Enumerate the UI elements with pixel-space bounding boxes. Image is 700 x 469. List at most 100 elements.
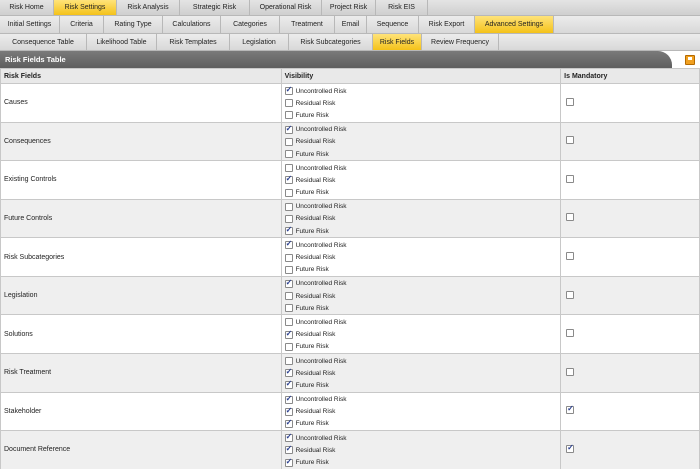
risk-field-name: Risk Treatment [0, 352, 282, 393]
uncontrolled-risk-checkbox[interactable] [284, 239, 293, 250]
mandatory-cell [560, 430, 700, 469]
settings-tab-advanced-settings[interactable]: Advanced Settings [475, 16, 554, 33]
risk-field-name: Future Controls [0, 198, 282, 239]
is-mandatory-checkbox[interactable] [566, 404, 575, 415]
risk-field-name: Legislation [0, 275, 282, 316]
future-risk-checkbox[interactable] [284, 342, 293, 351]
table-header-row: Risk Fields Visibility Is Mandatory [0, 68, 700, 84]
visibility-option: Future Risk [284, 341, 561, 353]
main-tab-risk-analysis[interactable]: Risk Analysis [117, 0, 180, 15]
panel-header: Risk Fields Table [0, 51, 700, 68]
is-mandatory-checkbox[interactable] [566, 213, 575, 222]
is-mandatory-checkbox[interactable] [566, 329, 575, 338]
visibility-option: Future Risk [284, 264, 561, 276]
visibility-cell: Uncontrolled Risk Residual Risk Future Ris… [280, 391, 562, 432]
settings-tab-email[interactable]: Email [335, 16, 367, 33]
visibility-option: Uncontrolled Risk [284, 162, 561, 174]
settings-nav: Initial Settings Criteria Rating Type Calcu… [0, 16, 700, 34]
advanced-tab-likelihood-table[interactable]: Likelihood Table [87, 34, 157, 50]
residual-risk-checkbox[interactable] [284, 99, 293, 108]
advanced-tab-review-frequency[interactable]: Review Frequency [422, 34, 499, 50]
visibility-option: Future Risk [284, 302, 561, 314]
future-risk-checkbox[interactable] [284, 457, 293, 467]
mandatory-cell [560, 352, 700, 393]
visibility-option-label: Uncontrolled Risk [295, 203, 347, 211]
uncontrolled-risk-checkbox[interactable] [284, 432, 293, 443]
main-tab-risk-settings[interactable]: Risk Settings [54, 0, 117, 15]
main-tab-strategic-risk[interactable]: Strategic Risk [180, 0, 250, 15]
advanced-tab-risk-fields[interactable]: Risk Fields [373, 34, 422, 50]
future-risk-checkbox[interactable] [284, 304, 293, 313]
uncontrolled-risk-checkbox[interactable] [284, 124, 293, 134]
settings-tab-sequence[interactable]: Sequence [367, 16, 419, 33]
residual-risk-checkbox[interactable] [284, 367, 293, 378]
uncontrolled-risk-checkbox[interactable] [284, 202, 293, 211]
future-risk-checkbox[interactable] [284, 265, 293, 274]
advanced-tab-risk-templates[interactable]: Risk Templates [157, 34, 230, 50]
residual-risk-checkbox[interactable] [284, 137, 293, 146]
settings-tab-criteria[interactable]: Criteria [60, 16, 104, 33]
settings-tab-treatment[interactable]: Treatment [280, 16, 335, 33]
settings-tab-risk-export[interactable]: Risk Export [419, 16, 475, 33]
visibility-option-label: Uncontrolled Risk [295, 164, 347, 172]
table-row: Future Controls Uncontrolled Risk Residual… [0, 198, 700, 239]
settings-tab-rating-type[interactable]: Rating Type [104, 16, 163, 33]
main-tab-project-risk[interactable]: Project Risk [322, 0, 376, 15]
advanced-tab-legislation[interactable]: Legislation [230, 34, 289, 50]
is-mandatory-checkbox[interactable] [566, 136, 575, 145]
settings-tab-calculations[interactable]: Calculations [163, 16, 221, 33]
is-mandatory-checkbox[interactable] [566, 443, 575, 453]
uncontrolled-risk-checkbox[interactable] [284, 394, 293, 404]
main-tab-risk-eis[interactable]: Risk EIS [376, 0, 428, 15]
table-row: Risk Treatment Uncontrolled Risk Residual … [0, 352, 700, 393]
is-mandatory-checkbox[interactable] [566, 252, 575, 261]
residual-risk-checkbox[interactable] [284, 253, 293, 262]
residual-risk-checkbox[interactable] [284, 292, 293, 301]
uncontrolled-risk-checkbox[interactable] [284, 164, 293, 173]
uncontrolled-risk-checkbox[interactable] [284, 318, 293, 327]
visibility-option: Uncontrolled Risk [284, 355, 561, 367]
advanced-tab-risk-subcategories[interactable]: Risk Subcategories [289, 34, 373, 50]
main-tab-operational-risk[interactable]: Operational Risk [250, 0, 322, 15]
residual-risk-checkbox[interactable] [284, 444, 293, 455]
is-mandatory-checkbox[interactable] [566, 290, 575, 299]
visibility-option: Future Risk [284, 456, 561, 468]
visibility-option: Future Risk [284, 187, 561, 199]
future-risk-checkbox[interactable] [284, 379, 293, 390]
uncontrolled-risk-checkbox[interactable] [284, 278, 293, 288]
table-row: Document Reference Uncontrolled Risk Resid… [0, 430, 700, 469]
visibility-cell: Uncontrolled Risk Residual Risk Future Ris… [280, 430, 562, 469]
main-tab-risk-home[interactable]: Risk Home [0, 0, 54, 15]
future-risk-checkbox[interactable] [284, 418, 293, 428]
uncontrolled-risk-checkbox[interactable] [284, 85, 293, 96]
future-risk-checkbox[interactable] [284, 225, 293, 236]
visibility-option: Future Risk [284, 148, 561, 160]
future-risk-checkbox[interactable] [284, 150, 293, 159]
uncontrolled-risk-checkbox[interactable] [284, 357, 293, 366]
future-risk-checkbox[interactable] [284, 188, 293, 197]
panel-title: Risk Fields Table [5, 55, 66, 64]
residual-risk-checkbox[interactable] [284, 174, 293, 185]
advanced-tab-consequence-table[interactable]: Consequence Table [0, 34, 87, 50]
settings-tab-initial-settings[interactable]: Initial Settings [0, 16, 60, 33]
residual-risk-checkbox[interactable] [284, 214, 293, 223]
mandatory-cell [560, 160, 700, 200]
save-icon[interactable] [685, 55, 695, 65]
future-risk-checkbox[interactable] [284, 111, 293, 120]
visibility-option: Residual Risk [284, 213, 561, 225]
risk-field-name: Consequences [0, 121, 282, 162]
visibility-option-label: Uncontrolled Risk [295, 396, 347, 404]
visibility-option-label: Residual Risk [295, 331, 336, 339]
visibility-option-label: Residual Risk [295, 446, 336, 454]
residual-risk-checkbox[interactable] [284, 406, 293, 416]
settings-tab-categories[interactable]: Categories [221, 16, 280, 33]
visibility-option: Residual Risk [284, 290, 561, 302]
is-mandatory-checkbox[interactable] [566, 367, 575, 376]
residual-risk-checkbox[interactable] [284, 329, 293, 339]
visibility-option: Uncontrolled Risk [284, 85, 561, 97]
is-mandatory-checkbox[interactable] [566, 97, 575, 106]
visibility-option: Residual Risk [284, 406, 561, 418]
is-mandatory-checkbox[interactable] [566, 174, 575, 183]
column-header-visibility: Visibility [280, 68, 562, 84]
visibility-option-label: Uncontrolled Risk [295, 434, 347, 442]
